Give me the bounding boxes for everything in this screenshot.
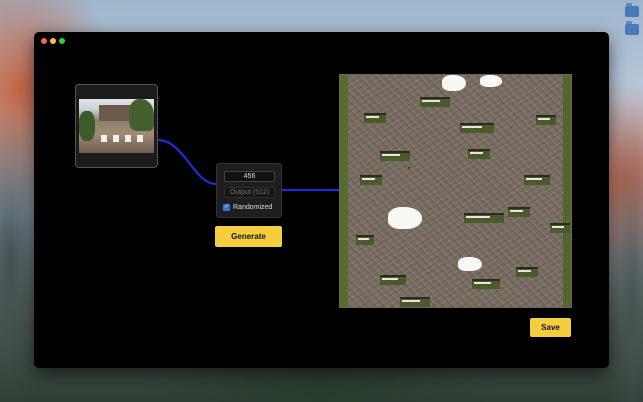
output-image-panel[interactable] [339,74,572,308]
randomized-checkbox[interactable]: ✓ [223,204,230,211]
input-image-thumbnail [79,99,154,153]
folder-icon[interactable] [625,21,639,35]
randomized-checkbox-row[interactable]: ✓ Randomized [223,204,272,211]
save-button[interactable]: Save [530,318,571,337]
folder-icon[interactable] [625,3,639,17]
generator-node: ✓ Randomized [216,163,282,218]
generate-button[interactable]: Generate [215,226,282,247]
desktop-background: ✓ Randomized Generate [0,0,643,402]
seed-input[interactable] [224,171,275,182]
randomized-label: Randomized [233,204,273,211]
input-to-generator-wire [157,138,217,186]
input-image-node[interactable] [75,84,158,168]
app-window: ✓ Randomized Generate [34,32,609,368]
output-size-field[interactable] [224,187,275,198]
